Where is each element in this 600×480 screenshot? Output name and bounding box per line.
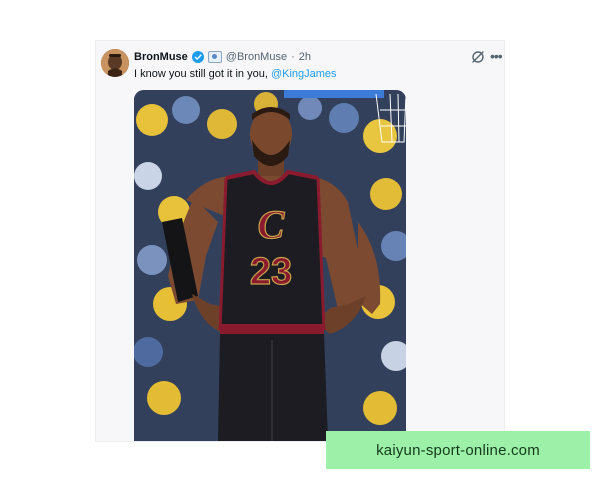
player-photo: C 23	[134, 90, 406, 441]
avatar[interactable]	[101, 49, 129, 77]
watermark-text: kaiyun-sport-online.com	[376, 441, 540, 459]
watermark-banner: kaiyun-sport-online.com	[326, 431, 590, 469]
jersey-logo: C	[258, 202, 286, 247]
avatar-image	[101, 49, 129, 77]
timestamp[interactable]: 2h	[299, 50, 311, 64]
tweet-media-image[interactable]: C 23	[134, 90, 406, 441]
mention-link[interactable]: @KingJames	[271, 68, 337, 80]
affiliate-badge-icon[interactable]	[207, 51, 222, 63]
user-handle[interactable]: @BronMuse	[226, 50, 287, 64]
grok-icon[interactable]	[471, 50, 485, 64]
header-separator: ·	[291, 51, 295, 63]
backboard	[284, 90, 384, 98]
verified-check-icon	[191, 51, 204, 63]
tweet-header: BronMuse @BronMuse · 2h	[134, 50, 311, 64]
more-options-icon[interactable]: •••	[490, 49, 503, 63]
tweet-card[interactable]: BronMuse @BronMuse · 2h ••• I know you s…	[95, 40, 505, 442]
jersey-number: 23	[250, 251, 292, 293]
tweet-text: I know you still got it in you, @KingJam…	[134, 67, 337, 81]
tweet-text-body: I know you still got it in you,	[134, 68, 271, 80]
display-name[interactable]: BronMuse	[134, 50, 188, 64]
